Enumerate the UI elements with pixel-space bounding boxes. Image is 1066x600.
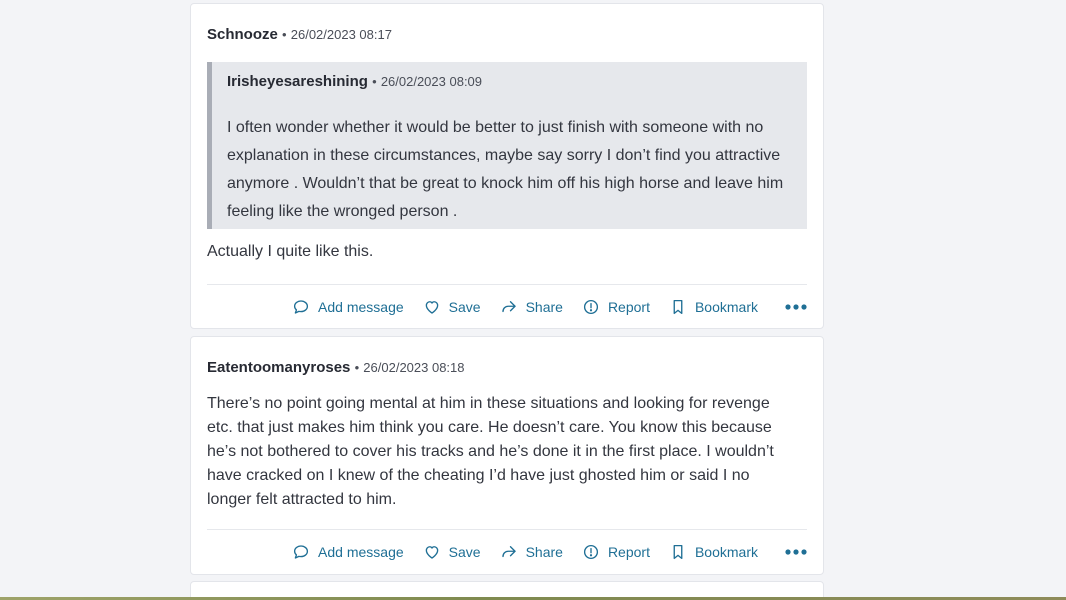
thread-page: Schnooze • 26/02/2023 08:17 Irisheyesare… [0,0,1066,600]
bookmark-button[interactable]: Bookmark [669,298,758,316]
info-circle-icon [583,544,598,560]
quote-author[interactable]: Irisheyesareshining [227,73,368,90]
bookmark-button[interactable]: Bookmark [669,543,758,561]
report-button[interactable]: Report [582,298,650,316]
share-button[interactable]: Share [500,298,563,316]
bookmark-icon [673,299,683,315]
post-card: Schnooze • 26/02/2023 08:17 Irisheyesare… [190,3,824,329]
more-dots-icon [785,304,807,310]
share-label: Share [525,544,563,560]
quote-header: Irisheyesareshining • 26/02/2023 08:09 [227,73,787,91]
quote-body: I often wonder whether it would be bette… [227,119,784,220]
header-separator: • [372,74,377,89]
add-message-label: Add message [318,299,404,315]
report-button[interactable]: Report [582,543,650,561]
bookmark-label: Bookmark [694,299,758,315]
post-actions: Add message Save Share Report Bookmark [292,296,807,318]
speech-bubble-icon [293,300,309,314]
speech-bubble-icon [293,545,309,559]
info-circle-icon [583,299,598,315]
save-button[interactable]: Save [423,543,481,561]
post-card: Eatentoomanyroses • 26/02/2023 08:18 The… [190,336,824,575]
heart-icon [425,301,438,314]
post-author[interactable]: Schnooze [207,26,278,43]
add-message-button[interactable]: Add message [292,543,404,561]
report-label: Report [607,544,650,560]
add-message-label: Add message [318,544,404,560]
save-button[interactable]: Save [423,298,481,316]
divider [207,529,807,530]
save-label: Save [448,299,481,315]
bookmark-label: Bookmark [694,544,758,560]
post-actions: Add message Save Share Report Bookmark [292,541,807,563]
more-options-button[interactable] [785,303,807,311]
share-button[interactable]: Share [500,543,563,561]
heart-icon [425,546,438,559]
post-header: Schnooze • 26/02/2023 08:17 [207,26,807,44]
quote-timestamp: 26/02/2023 08:09 [380,74,483,89]
more-options-button[interactable] [785,548,807,556]
post-body: Actually I quite like this. [207,243,374,260]
share-arrow-icon [501,301,516,313]
post-timestamp: 26/02/2023 08:17 [290,27,392,42]
more-dots-icon [785,549,807,555]
report-label: Report [607,299,650,315]
post-header: Eatentoomanyroses • 26/02/2023 08:18 [207,359,807,377]
share-label: Share [525,299,563,315]
divider [207,284,807,285]
bookmark-icon [673,544,683,560]
header-separator: • [282,27,287,42]
post-body: There’s no point going mental at him in … [207,395,774,508]
quoted-message: Irisheyesareshining • 26/02/2023 08:09 I… [207,62,807,229]
post-author[interactable]: Eatentoomanyroses [207,359,350,376]
header-separator: • [354,360,360,375]
add-message-button[interactable]: Add message [292,298,404,316]
save-label: Save [448,544,481,560]
post-timestamp: 26/02/2023 08:18 [363,360,465,375]
share-arrow-icon [501,546,516,558]
